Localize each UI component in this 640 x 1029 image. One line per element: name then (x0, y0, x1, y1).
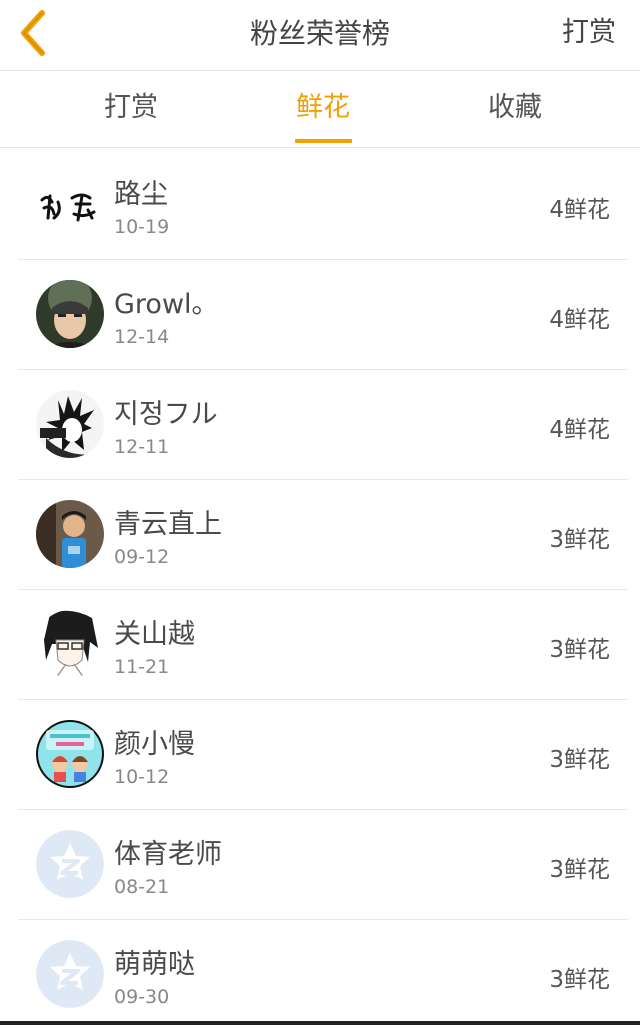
default-qq-avatar (36, 830, 104, 898)
anime-avatar (36, 390, 104, 458)
fan-name: 关山越 (114, 619, 195, 650)
fan-name: 体育老师 (114, 839, 222, 870)
flower-count: 3鲜花 (549, 637, 610, 663)
fan-date: 12-14 (114, 326, 170, 348)
top-bar: 粉丝荣誉榜 打赏 (0, 0, 640, 71)
flower-count: 3鲜花 (549, 527, 610, 553)
flower-count: 3鲜花 (549, 967, 610, 993)
calligraphy-avatar (36, 170, 104, 238)
flower-count: 4鲜花 (549, 417, 610, 443)
list-item[interactable]: 萌萌哒 09-30 3鲜花 (18, 920, 628, 1029)
fan-name: 路尘 (114, 179, 168, 210)
list-item[interactable]: 路尘 10-19 4鲜花 (18, 150, 628, 260)
tab-bar: 打赏 鲜花 收藏 (0, 71, 640, 148)
flower-count: 3鲜花 (549, 857, 610, 883)
fan-date: 12-11 (114, 436, 170, 458)
list-item[interactable]: 关山越 11-21 3鲜花 (18, 590, 628, 700)
cartoon-avatar (36, 720, 104, 788)
photo-avatar (36, 280, 104, 348)
fan-date: 10-19 (114, 216, 170, 238)
flower-count: 4鲜花 (549, 307, 610, 333)
anime-avatar (36, 610, 104, 678)
fan-date: 09-30 (114, 986, 170, 1008)
fan-date: 08-21 (114, 876, 170, 898)
fan-name: 青云直上 (114, 509, 222, 540)
reward-button[interactable]: 打赏 (562, 0, 616, 70)
fan-name: Growl。 (114, 289, 219, 320)
fan-date: 11-21 (114, 656, 170, 678)
bottom-edge (0, 1021, 640, 1025)
fan-name: 萌萌哒 (114, 949, 195, 980)
fan-list: 路尘 10-19 4鲜花 Growl。 12-14 4鲜花 지정フル 12-11… (18, 150, 628, 1029)
fan-name: 지정フル (114, 399, 218, 430)
tab-flowers[interactable]: 鲜花 (263, 71, 383, 147)
page-title: 粉丝荣誉榜 (249, 17, 390, 50)
list-item[interactable]: 颜小慢 10-12 3鲜花 (18, 700, 628, 810)
fan-name: 颜小慢 (114, 729, 195, 760)
fan-date: 09-12 (114, 546, 170, 568)
tab-reward[interactable]: 打赏 (71, 71, 191, 147)
list-item[interactable]: 青云直上 09-12 3鲜花 (18, 480, 628, 590)
list-item[interactable]: 体育老师 08-21 3鲜花 (18, 810, 628, 920)
default-qq-avatar (36, 940, 104, 1008)
flower-count: 3鲜花 (549, 747, 610, 773)
flower-count: 4鲜花 (549, 197, 610, 223)
list-item[interactable]: 지정フル 12-11 4鲜花 (18, 370, 628, 480)
photo-avatar (36, 500, 104, 568)
active-tab-indicator (295, 139, 352, 143)
list-item[interactable]: Growl。 12-14 4鲜花 (18, 260, 628, 370)
fan-date: 10-12 (114, 766, 170, 788)
tab-favorites[interactable]: 收藏 (455, 71, 575, 147)
